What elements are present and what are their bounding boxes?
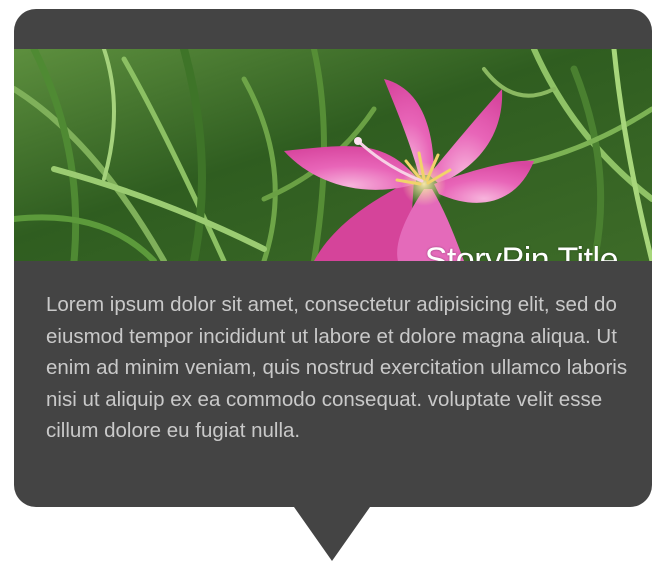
flower-image-graphic: [14, 49, 652, 261]
storypin-title: StoryPin Title: [424, 241, 619, 261]
popup-pointer-arrow: [294, 507, 370, 561]
storypin-popup-card: StoryPin Title Lorem ipsum dolor sit ame…: [14, 9, 652, 507]
storypin-description: Lorem ipsum dolor sit amet, consectetur …: [46, 293, 628, 442]
storypin-image: StoryPin Title: [14, 49, 652, 261]
